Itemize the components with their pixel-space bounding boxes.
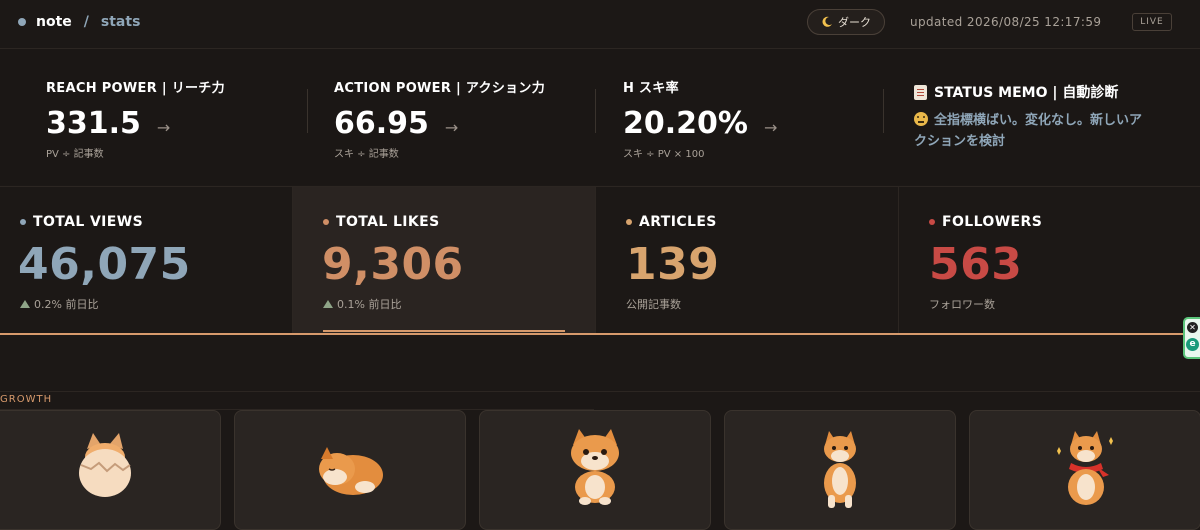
stat-label: TOTAL LIKES xyxy=(336,214,440,230)
like-rate-value-row: 20.20% → xyxy=(623,106,777,141)
standing-shiba-icon xyxy=(824,431,856,508)
trend-arrow-icon: → xyxy=(444,118,459,137)
theme-toggle-button[interactable]: ダーク xyxy=(807,9,885,35)
growth-stage-card[interactable] xyxy=(969,410,1200,530)
status-dot-icon xyxy=(626,219,632,225)
up-triangle-icon xyxy=(323,300,333,308)
breadcrumb-page: stats xyxy=(100,14,141,30)
action-power-card: ACTION POWER | アクション力 66.95 → スキ ÷ 記事数 xyxy=(334,77,545,160)
growth-stage-card[interactable] xyxy=(724,410,956,530)
stat-card-views[interactable]: TOTAL VIEWS 46,075 0.2% 前日比 xyxy=(0,187,293,335)
like-rate-card: H スキ率 20.20% → スキ ÷ PV × 100 xyxy=(623,77,777,160)
stat-sub: 0.2% 前日比 xyxy=(34,298,99,311)
stats-cards: TOTAL VIEWS 46,075 0.2% 前日比 TOTAL LIKES … xyxy=(0,186,1200,335)
stat-card-followers[interactable]: FOLLOWERS 563 フォロワー数 xyxy=(899,187,1200,335)
reach-power-card: REACH POWER | リーチ力 331.5 → PV ÷ 記事数 xyxy=(46,77,225,160)
brand[interactable]: note / stats xyxy=(18,14,140,30)
status-memo-title: STATUS MEMO | 自動診断 xyxy=(934,85,1119,101)
extension-widget[interactable]: ✕ e xyxy=(1183,317,1200,359)
stat-value: 9,306 xyxy=(322,239,464,290)
like-rate-formula: スキ ÷ PV × 100 xyxy=(623,149,705,160)
egg-dog-icon xyxy=(79,433,131,497)
neutral-face-icon xyxy=(914,112,928,126)
action-power-value: 66.95 xyxy=(334,106,429,141)
stat-sub-row: 0.1% 前日比 xyxy=(323,296,401,312)
reach-power-label: REACH POWER | リーチ力 xyxy=(46,81,225,96)
stat-value: 46,075 xyxy=(18,239,191,290)
reach-power-formula: PV ÷ 記事数 xyxy=(46,149,104,160)
status-memo: STATUS MEMO | 自動診断 全指標横ばい。変化なし。新しいアクションを… xyxy=(914,82,1154,152)
stat-label-row: TOTAL LIKES xyxy=(323,214,440,230)
trend-arrow-icon: → xyxy=(763,118,778,137)
action-power-value-row: 66.95 → xyxy=(334,106,545,141)
scarf-shiba-icon xyxy=(1057,431,1113,505)
stat-value: 563 xyxy=(929,239,1023,290)
sleeping-puppy-icon xyxy=(319,447,383,495)
growth-label: GROWTH xyxy=(0,394,53,405)
action-power-label: ACTION POWER | アクション力 xyxy=(334,81,546,96)
moon-icon xyxy=(822,16,832,27)
close-icon[interactable]: ✕ xyxy=(1187,322,1198,333)
stat-sub: 公開記事数 xyxy=(626,298,681,311)
stat-label-row: TOTAL VIEWS xyxy=(20,214,143,230)
divider xyxy=(307,89,308,133)
status-memo-title-row: STATUS MEMO | 自動診断 xyxy=(914,82,1154,102)
divider xyxy=(883,89,884,133)
stat-label: TOTAL VIEWS xyxy=(33,214,144,230)
breadcrumb-separator: / xyxy=(83,14,89,30)
like-rate-value: 20.20% xyxy=(623,106,748,141)
stat-card-likes[interactable]: TOTAL LIKES 9,306 0.1% 前日比 xyxy=(293,187,596,335)
divider xyxy=(595,89,596,133)
status-dot-icon xyxy=(323,219,329,225)
status-dot-icon xyxy=(20,219,26,225)
top-bar: note / stats ダーク updated 2026/08/25 12:1… xyxy=(0,0,1200,49)
stat-label-row: ARTICLES xyxy=(626,214,717,230)
stat-sub-row: 0.2% 前日比 xyxy=(20,296,98,312)
updated-timestamp: updated 2026/08/25 12:17:59 xyxy=(910,15,1102,29)
sitting-puppy-icon xyxy=(571,429,619,505)
divider xyxy=(594,391,1200,392)
stat-label-row: FOLLOWERS xyxy=(929,214,1042,230)
growth-section-header: GROWTH xyxy=(0,391,594,410)
status-memo-text: 全指標横ばい。変化なし。新しいアクションを検討 xyxy=(914,113,1143,149)
reach-power-value: 331.5 xyxy=(46,106,141,141)
status-memo-text-row: 全指標横ばい。変化なし。新しいアクションを検討 xyxy=(914,110,1154,152)
stat-value: 139 xyxy=(626,239,720,290)
accent-divider xyxy=(0,333,1200,335)
live-badge: LIVE xyxy=(1132,13,1172,31)
active-tab-indicator xyxy=(323,330,565,332)
up-triangle-icon xyxy=(20,300,30,308)
power-metrics: REACH POWER | リーチ力 331.5 → PV ÷ 記事数 ACTI… xyxy=(0,49,1200,185)
stat-sub: 0.1% 前日比 xyxy=(337,298,402,311)
stat-sub: フォロワー数 xyxy=(929,298,995,311)
trend-arrow-icon: → xyxy=(156,118,171,137)
brand-name: note xyxy=(36,14,72,30)
growth-stage-card[interactable] xyxy=(234,410,466,530)
memo-icon xyxy=(914,84,927,100)
stat-label: FOLLOWERS xyxy=(942,214,1043,230)
theme-toggle-label: ダーク xyxy=(838,16,871,29)
extension-e-icon[interactable]: e xyxy=(1186,338,1199,351)
brand-dot-icon xyxy=(18,18,26,26)
status-dot-icon xyxy=(929,219,935,225)
growth-stage-card[interactable] xyxy=(479,410,711,530)
stat-label: ARTICLES xyxy=(639,214,717,230)
stat-card-articles[interactable]: ARTICLES 139 公開記事数 xyxy=(596,187,899,335)
like-rate-label: H スキ率 xyxy=(623,81,679,96)
action-power-formula: スキ ÷ 記事数 xyxy=(334,149,399,160)
growth-stage-card[interactable] xyxy=(0,410,221,530)
reach-power-value-row: 331.5 → xyxy=(46,106,225,141)
